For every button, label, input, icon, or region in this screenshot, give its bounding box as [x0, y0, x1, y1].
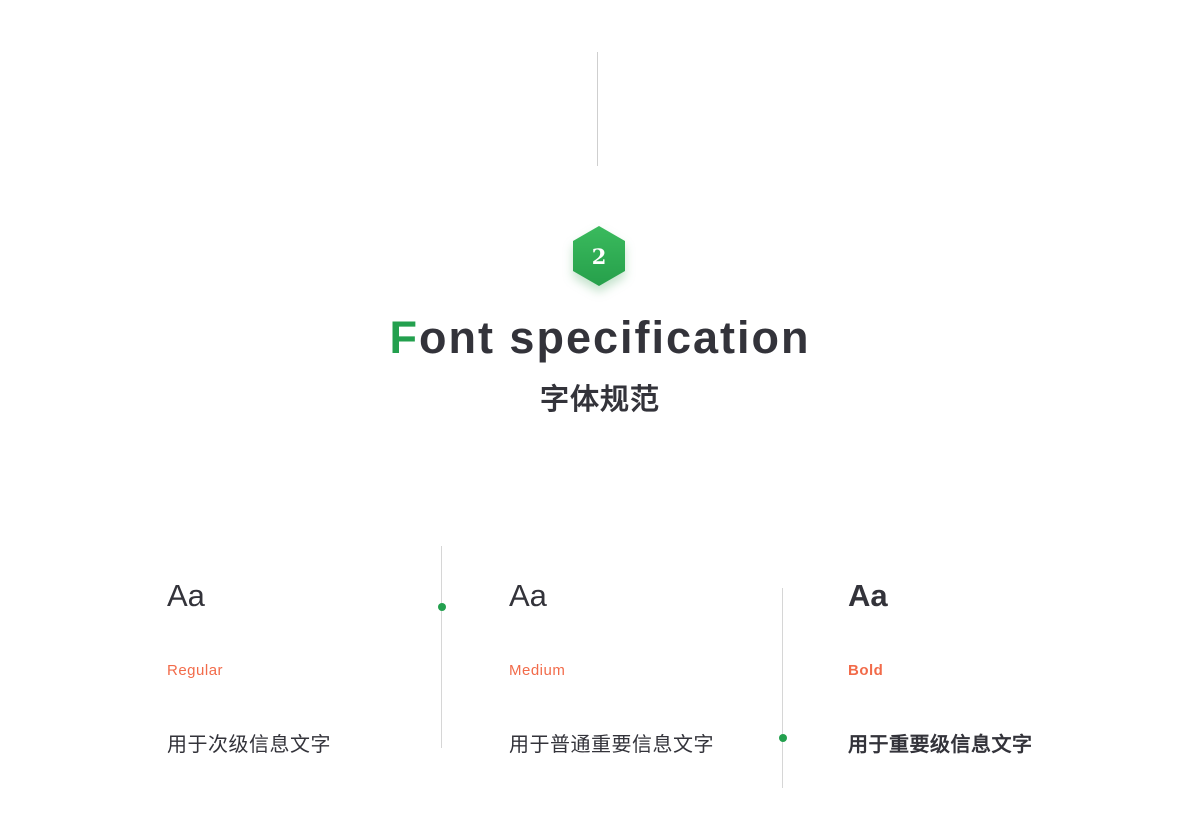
divider-dot [438, 603, 446, 611]
hexagon-icon: 2 [573, 226, 625, 286]
section-number: 2 [591, 243, 607, 269]
column-divider-line [782, 588, 783, 788]
font-usage-text: 用于普通重要信息文字 [509, 732, 714, 756]
section-subtitle: 字体规范 [539, 382, 660, 416]
font-weight-label: Bold [848, 662, 884, 679]
font-sample: Aa [167, 578, 205, 613]
font-weight-label: Regular [167, 662, 224, 679]
top-divider-line [597, 52, 598, 166]
font-sample: Aa [509, 578, 547, 613]
divider-dot [779, 734, 787, 742]
column-divider-line [441, 546, 442, 748]
font-usage-text: 用于次级信息文字 [167, 732, 331, 756]
section-number-badge: 2 [573, 226, 625, 286]
title-text: ont specification [418, 312, 811, 363]
font-weight-label: Medium [509, 662, 566, 679]
font-sample: Aa [848, 578, 888, 613]
font-usage-text: 用于重要级信息文字 [848, 732, 1033, 756]
section-title: Font specification [0, 312, 1200, 364]
title-accent-letter: F [389, 312, 419, 363]
